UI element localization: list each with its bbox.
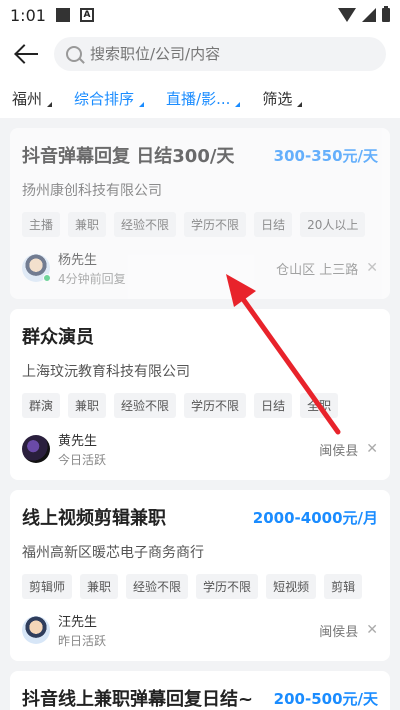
job-location: 仓山区 上三路 <box>276 262 359 278</box>
company-name: 扬州康创科技有限公司 <box>22 183 162 199</box>
company-name: 福州高新区暖芯电子商务商行 <box>22 545 204 561</box>
job-salary: 300-350元/天 <box>273 146 378 165</box>
job-tags: 主播 兼职 经验不限 学历不限 日结 20人以上 <box>22 212 378 237</box>
filter-more[interactable]: 筛选 <box>262 88 303 109</box>
job-card[interactable]: 群众演员 上海玟沅教育科技有限公司 群演 兼职 经验不限 学历不限 日结 全职 … <box>10 309 390 480</box>
job-tag: 学历不限 <box>184 212 247 237</box>
notification-a-icon: A <box>79 8 94 22</box>
search-box[interactable] <box>54 37 386 71</box>
job-tag: 学历不限 <box>196 574 259 599</box>
recruiter-status: 今日活跃 <box>58 453 107 467</box>
job-tag: 群演 <box>22 393 61 418</box>
filter-city[interactable]: 福州 <box>12 88 53 109</box>
status-time: 1:01 <box>10 5 46 25</box>
job-list: 抖音弹幕回复 日结300/天 300-350元/天 扬州康创科技有限公司 主播 … <box>0 118 400 710</box>
job-tag: 学历不限 <box>184 393 247 418</box>
filter-category[interactable]: 直播/影... <box>166 88 241 109</box>
recruiter-name: 汪先生 <box>58 615 98 630</box>
online-dot-icon <box>43 274 51 282</box>
back-arrow-icon[interactable] <box>14 41 40 67</box>
job-tag: 全职 <box>300 393 339 418</box>
battery-icon <box>382 6 390 22</box>
notification-square-icon <box>55 8 70 22</box>
signal-icon <box>362 8 376 22</box>
filter-bar: 福州 综合排序 直播/影... 筛选 <box>0 78 400 118</box>
job-tag: 剪辑师 <box>22 574 73 599</box>
search-icon <box>66 46 82 62</box>
job-tag: 主播 <box>22 212 61 237</box>
job-tag: 日结 <box>254 212 293 237</box>
job-location: 闽侯县 <box>319 624 359 640</box>
avatar <box>22 254 51 282</box>
wifi-icon <box>338 8 356 22</box>
recruiter-name: 黄先生 <box>58 434 98 449</box>
search-input[interactable] <box>90 45 330 63</box>
job-tag: 兼职 <box>80 574 119 599</box>
job-tag: 日结 <box>254 393 293 418</box>
job-title: 线上视频剪辑兼职 <box>22 508 166 529</box>
recruiter-status: 4分钟前回复 <box>58 272 126 286</box>
recruiter-name: 杨先生 <box>58 253 98 268</box>
avatar <box>22 616 50 644</box>
job-tag: 经验不限 <box>114 212 177 237</box>
filter-sort[interactable]: 综合排序 <box>74 88 145 109</box>
recruiter-status: 昨日活跃 <box>58 634 107 648</box>
status-bar: 1:01 A <box>0 0 400 30</box>
job-tag: 兼职 <box>68 393 107 418</box>
job-salary: 2000-4000元/月 <box>252 508 378 527</box>
job-tag: 兼职 <box>68 212 107 237</box>
search-header <box>0 30 400 78</box>
avatar <box>22 435 50 463</box>
job-location: 闽侯县 <box>319 443 359 459</box>
job-salary: 200-500元/天 <box>273 689 378 708</box>
job-tag: 剪辑 <box>324 574 363 599</box>
job-tag: 经验不限 <box>114 393 177 418</box>
job-card[interactable]: 抖音弹幕回复 日结300/天 300-350元/天 扬州康创科技有限公司 主播 … <box>10 128 390 299</box>
close-icon[interactable]: ✕ <box>366 441 378 457</box>
job-tags: 群演 兼职 经验不限 学历不限 日结 全职 <box>22 393 378 418</box>
close-icon[interactable]: ✕ <box>366 622 378 638</box>
job-tags: 剪辑师 兼职 经验不限 学历不限 短视频 剪辑 <box>22 574 378 599</box>
company-name: 上海玟沅教育科技有限公司 <box>22 364 190 380</box>
job-tag: 经验不限 <box>126 574 189 599</box>
job-title: 抖音弹幕回复 日结300/天 <box>22 146 235 167</box>
close-icon[interactable]: ✕ <box>366 260 378 276</box>
job-card[interactable]: 抖音线上兼职弹幕回复日结~ 200-500元/天 <box>10 671 390 710</box>
job-card[interactable]: 线上视频剪辑兼职 2000-4000元/月 福州高新区暖芯电子商务商行 剪辑师 … <box>10 490 390 661</box>
job-tag: 20人以上 <box>300 212 366 237</box>
job-title: 抖音线上兼职弹幕回复日结~ <box>22 689 254 710</box>
job-tag: 短视频 <box>266 574 317 599</box>
job-title: 群众演员 <box>22 327 94 348</box>
